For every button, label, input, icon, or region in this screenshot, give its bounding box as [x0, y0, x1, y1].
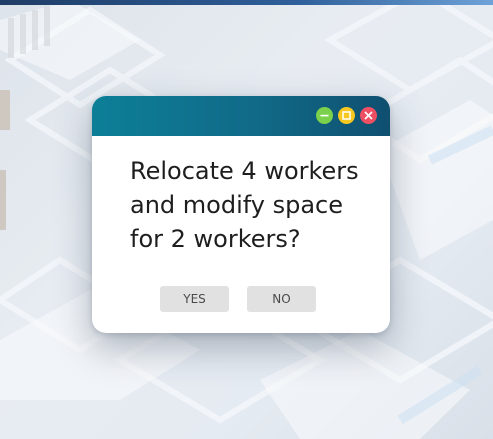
square-icon — [342, 111, 351, 120]
dialog-titlebar[interactable] — [92, 96, 390, 136]
desktop-background: Relocate 4 workers and modify space for … — [0, 0, 493, 439]
yes-button[interactable]: YES — [160, 286, 229, 312]
window-top-edge — [0, 0, 493, 5]
minus-icon — [320, 114, 329, 117]
confirm-dialog: Relocate 4 workers and modify space for … — [92, 96, 390, 333]
close-button[interactable] — [360, 107, 377, 124]
x-icon — [364, 111, 373, 120]
minimize-button[interactable] — [316, 107, 333, 124]
no-button[interactable]: NO — [247, 286, 316, 312]
dialog-message: Relocate 4 workers and modify space for … — [130, 157, 359, 253]
maximize-button[interactable] — [338, 107, 355, 124]
